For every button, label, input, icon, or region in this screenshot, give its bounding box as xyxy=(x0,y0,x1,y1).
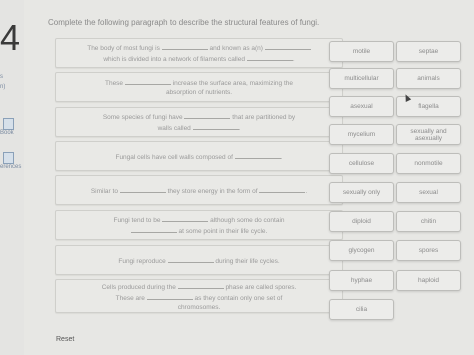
word-chip-mycelium[interactable]: mycelium xyxy=(329,124,394,145)
text: absorption of nutrients. xyxy=(165,89,233,96)
text: at some point in their life cycle. xyxy=(178,228,268,235)
word-chip-haploid[interactable]: haploid xyxy=(396,270,461,291)
question-panel: Complete the following paragraph to desc… xyxy=(24,0,474,355)
text: . xyxy=(292,56,295,63)
word-chip-cilia[interactable]: cilia xyxy=(329,299,394,320)
text: . xyxy=(238,125,241,132)
drop-zone[interactable] xyxy=(234,151,281,159)
word-chip-septae[interactable]: septae xyxy=(396,41,461,62)
text: Fungi tend to be xyxy=(113,217,161,224)
text: These xyxy=(104,80,124,87)
word-chip-nonmotile[interactable]: nonmotile xyxy=(396,153,461,174)
sentence-row-8: Cells produced during the phase are call… xyxy=(55,279,343,313)
word-chip-hyphae[interactable]: hyphae xyxy=(329,270,394,291)
word-chip-motile[interactable]: motile xyxy=(329,41,394,62)
text: walls called xyxy=(157,125,191,132)
word-chip-sexual[interactable]: sexual xyxy=(396,182,461,203)
text: Cells produced during the xyxy=(101,283,176,291)
sentence-row-6: Fungi tend to be although some do contai… xyxy=(55,210,343,240)
text: . xyxy=(280,153,283,161)
word-chip-asexual[interactable]: asexual xyxy=(329,96,394,117)
text: phase are called spores. xyxy=(225,283,297,291)
sentence-row-2: These increase the surface area, maximiz… xyxy=(55,72,343,102)
drop-zone[interactable] xyxy=(119,185,166,193)
text: that are partitioned by xyxy=(232,114,296,121)
sidebar-link-ebook[interactable]: Book xyxy=(0,130,14,136)
sidebar-link-1[interactable]: s xyxy=(0,74,3,80)
word-chip-sexually-and-asexually[interactable]: sexually and asexually xyxy=(396,124,461,145)
instructions-text: Complete the following paragraph to desc… xyxy=(48,18,320,27)
word-chip-cellulose[interactable]: cellulose xyxy=(329,153,394,174)
drop-zone[interactable] xyxy=(161,42,208,50)
drop-zone[interactable] xyxy=(130,225,177,233)
drop-zone[interactable] xyxy=(177,281,224,289)
reset-button[interactable]: Reset xyxy=(56,336,74,343)
text: Fungi reproduce xyxy=(118,257,166,265)
text: during their life cycles. xyxy=(215,257,280,265)
text: Some species of fungi have xyxy=(102,114,183,121)
drop-zone[interactable] xyxy=(184,111,231,119)
drop-zone[interactable] xyxy=(124,77,171,85)
references-icon[interactable] xyxy=(3,152,14,164)
text: chromosomes. xyxy=(177,303,221,311)
word-chip-chitin[interactable]: chitin xyxy=(396,211,461,232)
text: they store energy in the form of xyxy=(167,187,258,195)
sentence-row-7: Fungi reproduce during their life cycles… xyxy=(55,245,343,275)
text: Fungal cells have cell walls composed of xyxy=(115,153,233,161)
drop-zone[interactable] xyxy=(264,42,311,50)
text: . xyxy=(305,187,308,195)
sentence-row-4: Fungal cells have cell walls composed of… xyxy=(55,141,343,171)
word-chip-diploid[interactable]: diploid xyxy=(329,211,394,232)
text: Similar to xyxy=(90,187,118,195)
text: which is divided into a network of filam… xyxy=(103,56,245,63)
drop-zone[interactable] xyxy=(146,292,193,300)
word-chip-animals[interactable]: animals xyxy=(396,68,461,89)
text: although some do contain xyxy=(210,217,285,224)
text: The body of most fungi is xyxy=(87,45,160,52)
left-sidebar: 4 s n) Book erences xyxy=(0,0,25,355)
drop-zone[interactable] xyxy=(259,185,306,193)
word-chip-multicellular[interactable]: multicellular xyxy=(329,68,394,89)
sidebar-link-references[interactable]: erences xyxy=(0,164,21,170)
sidebar-link-2[interactable]: n) xyxy=(0,84,5,90)
question-number: 4 xyxy=(0,17,21,58)
sentence-row-3: Some species of fungi have that are part… xyxy=(55,107,343,137)
sentence-row-5: Similar to they store energy in the form… xyxy=(55,175,343,205)
drop-zone[interactable] xyxy=(246,53,293,61)
word-chip-spores[interactable]: spores xyxy=(396,240,461,261)
text: increase the surface area, maximizing th… xyxy=(172,80,293,87)
drop-zone[interactable] xyxy=(192,122,239,130)
word-chip-sexually-only[interactable]: sexually only xyxy=(329,182,394,203)
text: These are xyxy=(115,294,145,302)
drop-zone[interactable] xyxy=(162,214,209,222)
sentence-row-1: The body of most fungi is and known as a… xyxy=(55,38,343,68)
text: and known as a(n) xyxy=(209,45,263,52)
word-chip-glycogen[interactable]: glycogen xyxy=(329,240,394,261)
ebook-icon[interactable] xyxy=(3,118,14,130)
text: as they contain only one set of xyxy=(194,294,283,302)
drop-zone[interactable] xyxy=(167,255,214,263)
